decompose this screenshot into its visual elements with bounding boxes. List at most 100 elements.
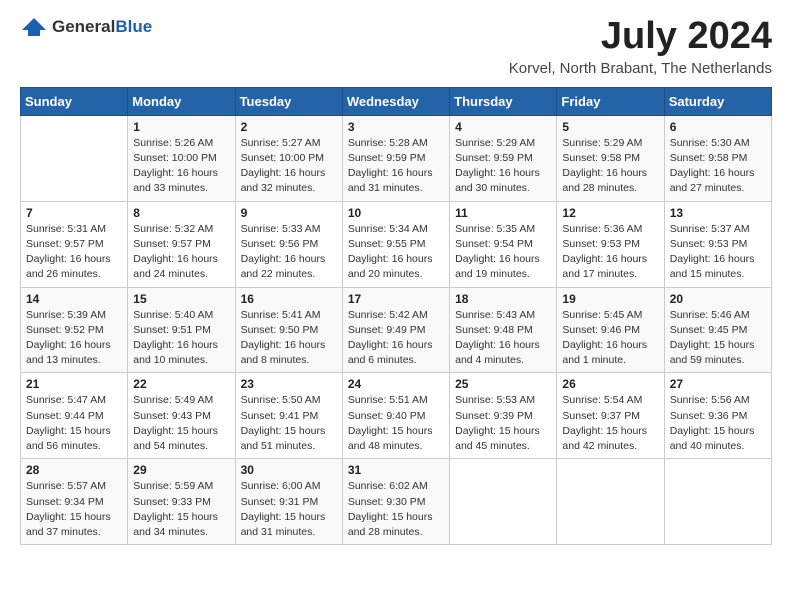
day-number: 7 [26,206,122,220]
day-cell: 21Sunrise: 5:47 AM Sunset: 9:44 PM Dayli… [21,373,128,459]
week-row-1: 1 Sunrise: 5:26 AM Sunset: 10:00 PM Dayli… [21,115,772,201]
day-number: 9 [241,206,337,220]
day-cell: 5 Sunrise: 5:29 AM Sunset: 9:58 PM Daylig… [557,115,664,201]
day-number: 3 [348,120,444,134]
logo-blue: Blue [115,17,152,36]
day-info: Sunrise: 5:59 AM Sunset: 9:33 PM Dayligh… [133,479,229,540]
day-number: 16 [241,292,337,306]
day-info: Sunrise: 5:31 AM Sunset: 9:57 PM Dayligh… [26,222,122,283]
day-cell [21,115,128,201]
day-cell: 22 Sunrise: 5:49 AM Sunset: 9:43 PM Dayli… [128,373,235,459]
day-cell: 8 Sunrise: 5:32 AM Sunset: 9:57 PM Daylig… [128,201,235,287]
day-info: Sunrise: 5:27 AM Sunset: 10:00 PM Daylig… [241,136,337,197]
day-number: 24 [348,377,444,391]
location: Korvel, North Brabant, The Netherlands [509,60,772,77]
day-number: 8 [133,206,229,220]
day-info: Sunrise: 5:29 AM Sunset: 9:58 PM Dayligh… [562,136,658,197]
day-cell: 11 Sunrise: 5:35 AM Sunset: 9:54 PM Dayli… [450,201,557,287]
day-cell: 1 Sunrise: 5:26 AM Sunset: 10:00 PM Dayli… [128,115,235,201]
day-header-friday: Friday [557,87,664,115]
day-info: Sunrise: 5:50 AM Sunset: 9:41 PM Dayligh… [241,393,337,454]
week-row-4: 21Sunrise: 5:47 AM Sunset: 9:44 PM Dayli… [21,373,772,459]
week-row-5: 28Sunrise: 5:57 AM Sunset: 9:34 PM Dayli… [21,459,772,545]
day-number: 22 [133,377,229,391]
day-number: 5 [562,120,658,134]
day-number: 1 [133,120,229,134]
day-info: Sunrise: 5:49 AM Sunset: 9:43 PM Dayligh… [133,393,229,454]
day-cell [664,459,771,545]
day-info: Sunrise: 5:33 AM Sunset: 9:56 PM Dayligh… [241,222,337,283]
day-cell: 20 Sunrise: 5:46 AM Sunset: 9:45 PM Dayli… [664,287,771,373]
month-year: July 2024 [509,16,772,58]
day-number: 15 [133,292,229,306]
day-info: Sunrise: 5:56 AM Sunset: 9:36 PM Dayligh… [670,393,766,454]
day-cell: 25 Sunrise: 5:53 AM Sunset: 9:39 PM Dayli… [450,373,557,459]
day-number: 31 [348,463,444,477]
logo: GeneralBlue [20,16,152,38]
day-header-tuesday: Tuesday [235,87,342,115]
day-cell: 15Sunrise: 5:40 AM Sunset: 9:51 PM Dayli… [128,287,235,373]
day-cell: 18Sunrise: 5:43 AM Sunset: 9:48 PM Dayli… [450,287,557,373]
logo-general: General [52,17,115,36]
day-cell: 28Sunrise: 5:57 AM Sunset: 9:34 PM Dayli… [21,459,128,545]
day-info: Sunrise: 5:53 AM Sunset: 9:39 PM Dayligh… [455,393,551,454]
day-info: Sunrise: 5:54 AM Sunset: 9:37 PM Dayligh… [562,393,658,454]
day-cell: 7 Sunrise: 5:31 AM Sunset: 9:57 PM Daylig… [21,201,128,287]
day-info: Sunrise: 5:45 AM Sunset: 9:46 PM Dayligh… [562,308,658,369]
day-info: Sunrise: 5:37 AM Sunset: 9:53 PM Dayligh… [670,222,766,283]
day-number: 11 [455,206,551,220]
day-cell: 29 Sunrise: 5:59 AM Sunset: 9:33 PM Dayli… [128,459,235,545]
day-cell: 2 Sunrise: 5:27 AM Sunset: 10:00 PM Dayli… [235,115,342,201]
day-number: 18 [455,292,551,306]
day-info: Sunrise: 5:41 AM Sunset: 9:50 PM Dayligh… [241,308,337,369]
day-cell: 27 Sunrise: 5:56 AM Sunset: 9:36 PM Dayli… [664,373,771,459]
day-cell: 19 Sunrise: 5:45 AM Sunset: 9:46 PM Dayli… [557,287,664,373]
day-number: 2 [241,120,337,134]
day-cell: 26 Sunrise: 5:54 AM Sunset: 9:37 PM Dayli… [557,373,664,459]
header: GeneralBlue July 2024 Korvel, North Brab… [20,16,772,77]
day-cell: 31 Sunrise: 6:02 AM Sunset: 9:30 PM Dayli… [342,459,449,545]
day-info: Sunrise: 5:46 AM Sunset: 9:45 PM Dayligh… [670,308,766,369]
day-cell: 23 Sunrise: 5:50 AM Sunset: 9:41 PM Dayli… [235,373,342,459]
day-header-thursday: Thursday [450,87,557,115]
day-info: Sunrise: 5:28 AM Sunset: 9:59 PM Dayligh… [348,136,444,197]
day-cell: 17 Sunrise: 5:42 AM Sunset: 9:49 PM Dayli… [342,287,449,373]
day-number: 10 [348,206,444,220]
day-info: Sunrise: 5:26 AM Sunset: 10:00 PM Daylig… [133,136,229,197]
day-number: 17 [348,292,444,306]
day-info: Sunrise: 6:02 AM Sunset: 9:30 PM Dayligh… [348,479,444,540]
day-info: Sunrise: 5:42 AM Sunset: 9:49 PM Dayligh… [348,308,444,369]
day-cell [557,459,664,545]
day-number: 14 [26,292,122,306]
calendar-table: SundayMondayTuesdayWednesdayThursdayFrid… [20,87,772,545]
day-info: Sunrise: 5:57 AM Sunset: 9:34 PM Dayligh… [26,479,122,540]
day-info: Sunrise: 5:35 AM Sunset: 9:54 PM Dayligh… [455,222,551,283]
day-cell: 6 Sunrise: 5:30 AM Sunset: 9:58 PM Daylig… [664,115,771,201]
title-area: July 2024 Korvel, North Brabant, The Net… [509,16,772,77]
day-cell: 16 Sunrise: 5:41 AM Sunset: 9:50 PM Dayli… [235,287,342,373]
logo-icon [20,16,48,38]
day-number: 21 [26,377,122,391]
day-number: 19 [562,292,658,306]
day-number: 26 [562,377,658,391]
day-number: 20 [670,292,766,306]
day-info: Sunrise: 5:32 AM Sunset: 9:57 PM Dayligh… [133,222,229,283]
day-cell [450,459,557,545]
day-number: 30 [241,463,337,477]
day-info: Sunrise: 5:39 AM Sunset: 9:52 PM Dayligh… [26,308,122,369]
day-info: Sunrise: 5:29 AM Sunset: 9:59 PM Dayligh… [455,136,551,197]
day-number: 29 [133,463,229,477]
day-number: 4 [455,120,551,134]
day-cell: 3 Sunrise: 5:28 AM Sunset: 9:59 PM Daylig… [342,115,449,201]
day-cell: 30Sunrise: 6:00 AM Sunset: 9:31 PM Dayli… [235,459,342,545]
day-number: 12 [562,206,658,220]
day-header-sunday: Sunday [21,87,128,115]
day-number: 27 [670,377,766,391]
day-number: 25 [455,377,551,391]
week-row-3: 14 Sunrise: 5:39 AM Sunset: 9:52 PM Dayli… [21,287,772,373]
day-info: Sunrise: 5:36 AM Sunset: 9:53 PM Dayligh… [562,222,658,283]
day-number: 6 [670,120,766,134]
day-info: Sunrise: 5:30 AM Sunset: 9:58 PM Dayligh… [670,136,766,197]
day-number: 13 [670,206,766,220]
day-number: 23 [241,377,337,391]
